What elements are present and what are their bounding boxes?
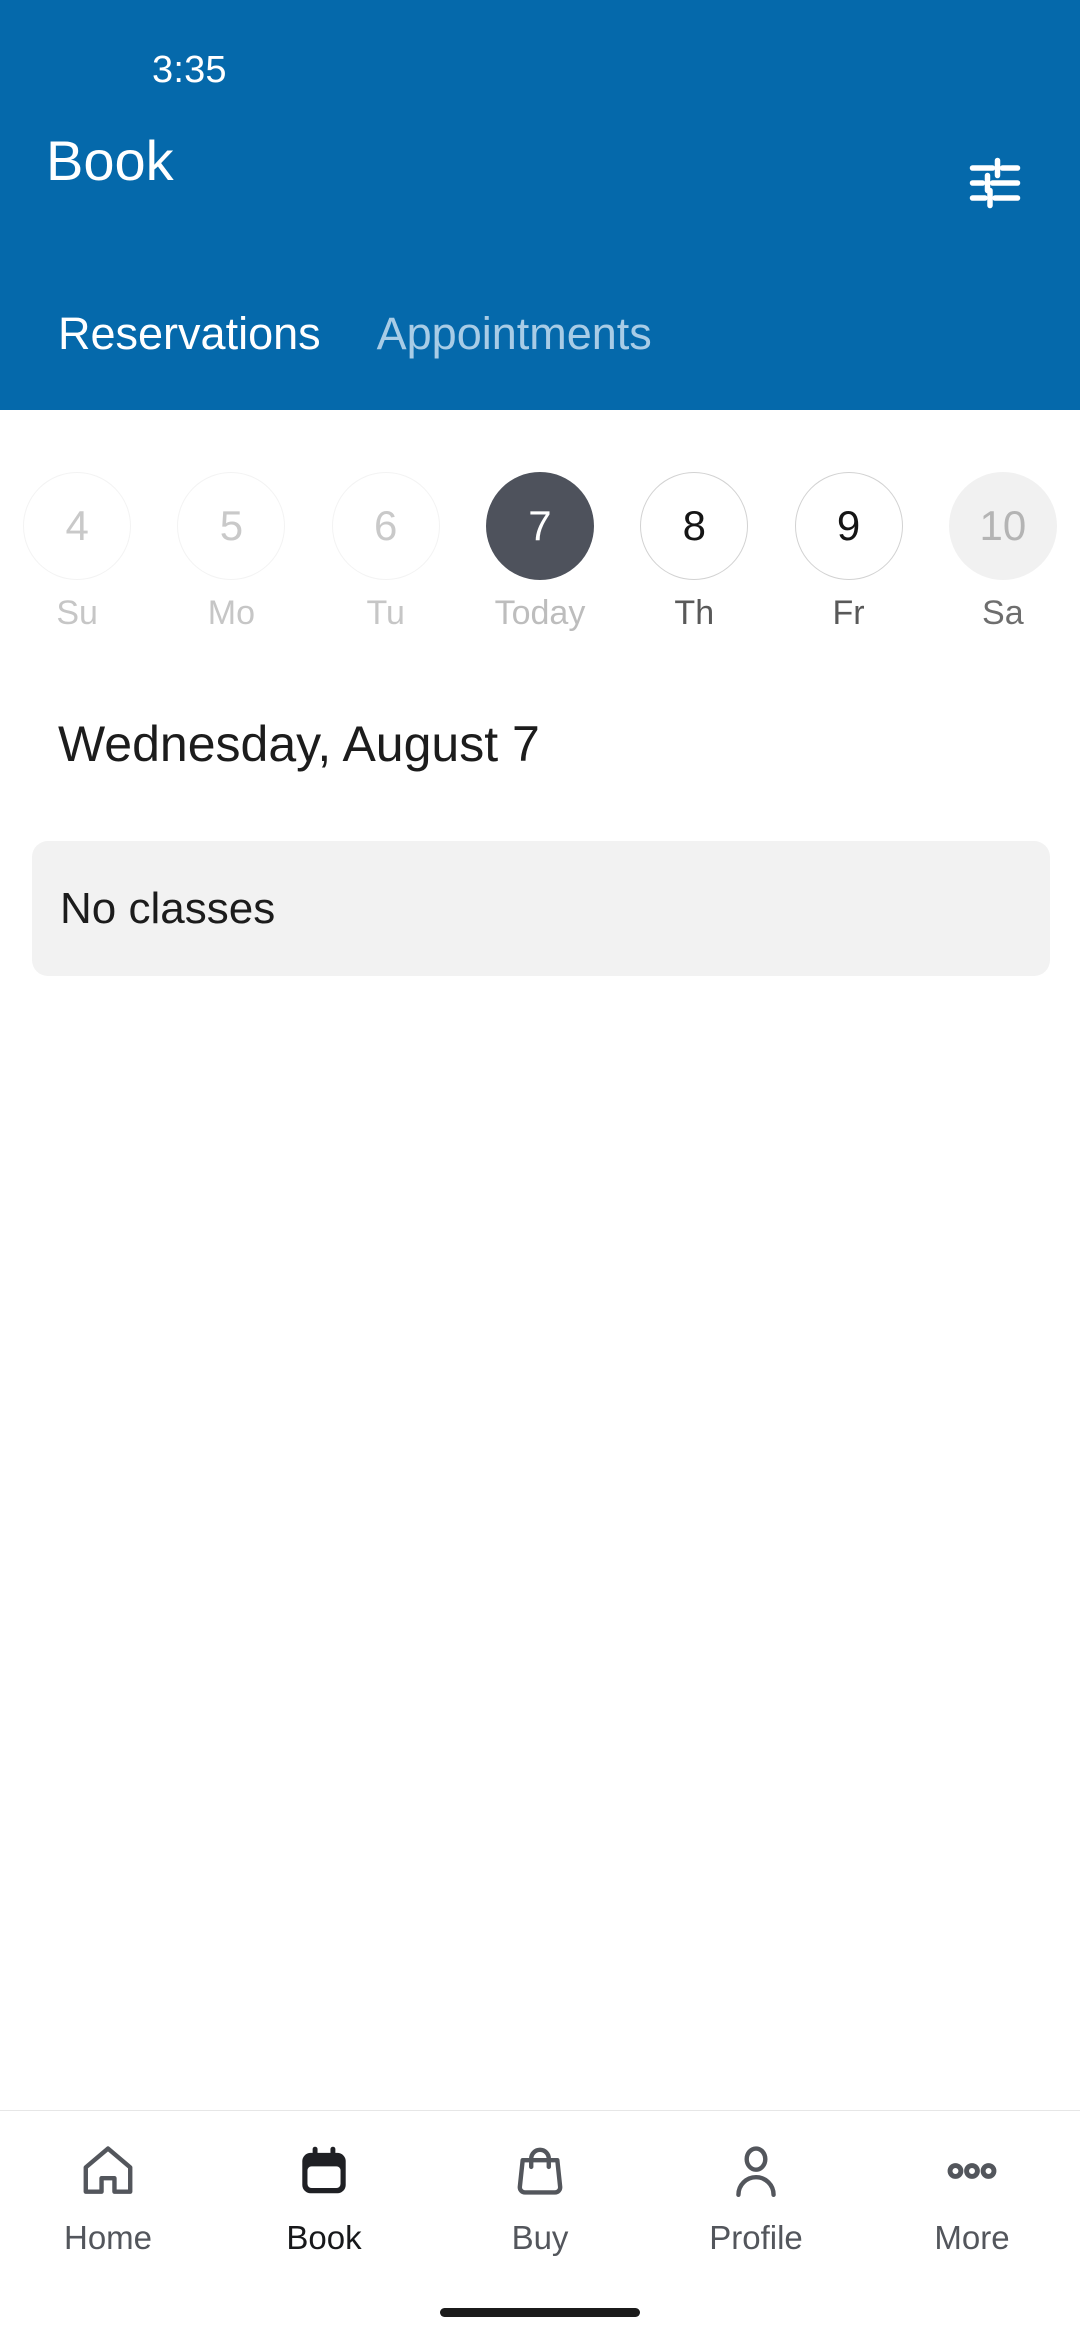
date-number: 10 [948,472,1057,580]
page-title: Book [46,129,174,192]
empty-state-label: No classes [60,883,276,933]
nav-item-profile[interactable]: Profile [648,2137,864,2257]
date-number: 7 [485,472,594,580]
date-cell-7-today-selected[interactable]: 7 Today [463,472,617,655]
header-tabs: Reservations Appointments [0,290,1080,410]
home-icon [77,2137,139,2205]
date-cell-5[interactable]: 5 Mo [154,472,308,655]
date-cell-6[interactable]: 6 Tu [309,472,463,655]
gesture-bar-area [0,2284,1080,2340]
date-number: 8 [640,472,749,580]
status-bar: 3:35 [0,0,1080,120]
nav-item-home[interactable]: Home [0,2137,216,2257]
home-gesture-bar[interactable] [440,2307,640,2317]
nav-label: More [934,2219,1010,2256]
date-cell-8[interactable]: 8 Th [617,472,771,655]
date-number: 9 [794,472,903,580]
tune-icon [965,153,1025,213]
date-day-label: Today [494,594,586,632]
calendar-icon [293,2137,355,2205]
date-cell-4[interactable]: 4 Su [0,472,154,655]
nav-label: Home [63,2219,153,2256]
date-selector-strip[interactable]: 4 Su 5 Mo 6 Tu 7 Today 8 Th 9 Fr 10 Sa [0,410,1080,655]
app-bar: Book [0,120,1080,260]
tab-reservations[interactable]: Reservations [30,290,349,360]
nav-item-book[interactable]: Book [216,2137,432,2257]
date-number: 4 [23,472,132,580]
date-cell-9[interactable]: 9 Fr [771,472,925,655]
main-content: Wednesday, August 7 No classes [0,655,1080,2110]
empty-state-card: No classes [32,841,1050,976]
nav-label: Buy [511,2219,569,2256]
date-day-label: Sa [982,594,1024,632]
app-root: 3:35 Book Reservations Appointments 4 Su… [0,0,1080,2340]
nav-item-more[interactable]: More [864,2137,1080,2257]
status-bar-clock: 3:35 [152,49,227,91]
nav-item-buy[interactable]: Buy [432,2137,648,2257]
shopping-bag-icon [509,2137,571,2205]
date-day-label: Tu [366,594,405,632]
nav-label: Profile [709,2219,803,2256]
tab-appointments[interactable]: Appointments [349,290,680,360]
person-icon [725,2137,787,2205]
selected-day-heading: Wednesday, August 7 [58,716,540,772]
nav-label: Book [286,2219,362,2256]
app-header: 3:35 Book Reservations Appointments [0,0,1080,410]
date-number: 6 [331,472,440,580]
date-day-label: Su [56,594,98,632]
date-day-label: Fr [832,594,865,632]
more-dots-icon [941,2137,1003,2205]
date-day-label: Th [674,594,715,632]
date-day-label: Mo [207,594,256,632]
filter-button[interactable] [950,138,1040,228]
date-number: 5 [177,472,286,580]
date-cell-10[interactable]: 10 Sa [926,472,1080,655]
